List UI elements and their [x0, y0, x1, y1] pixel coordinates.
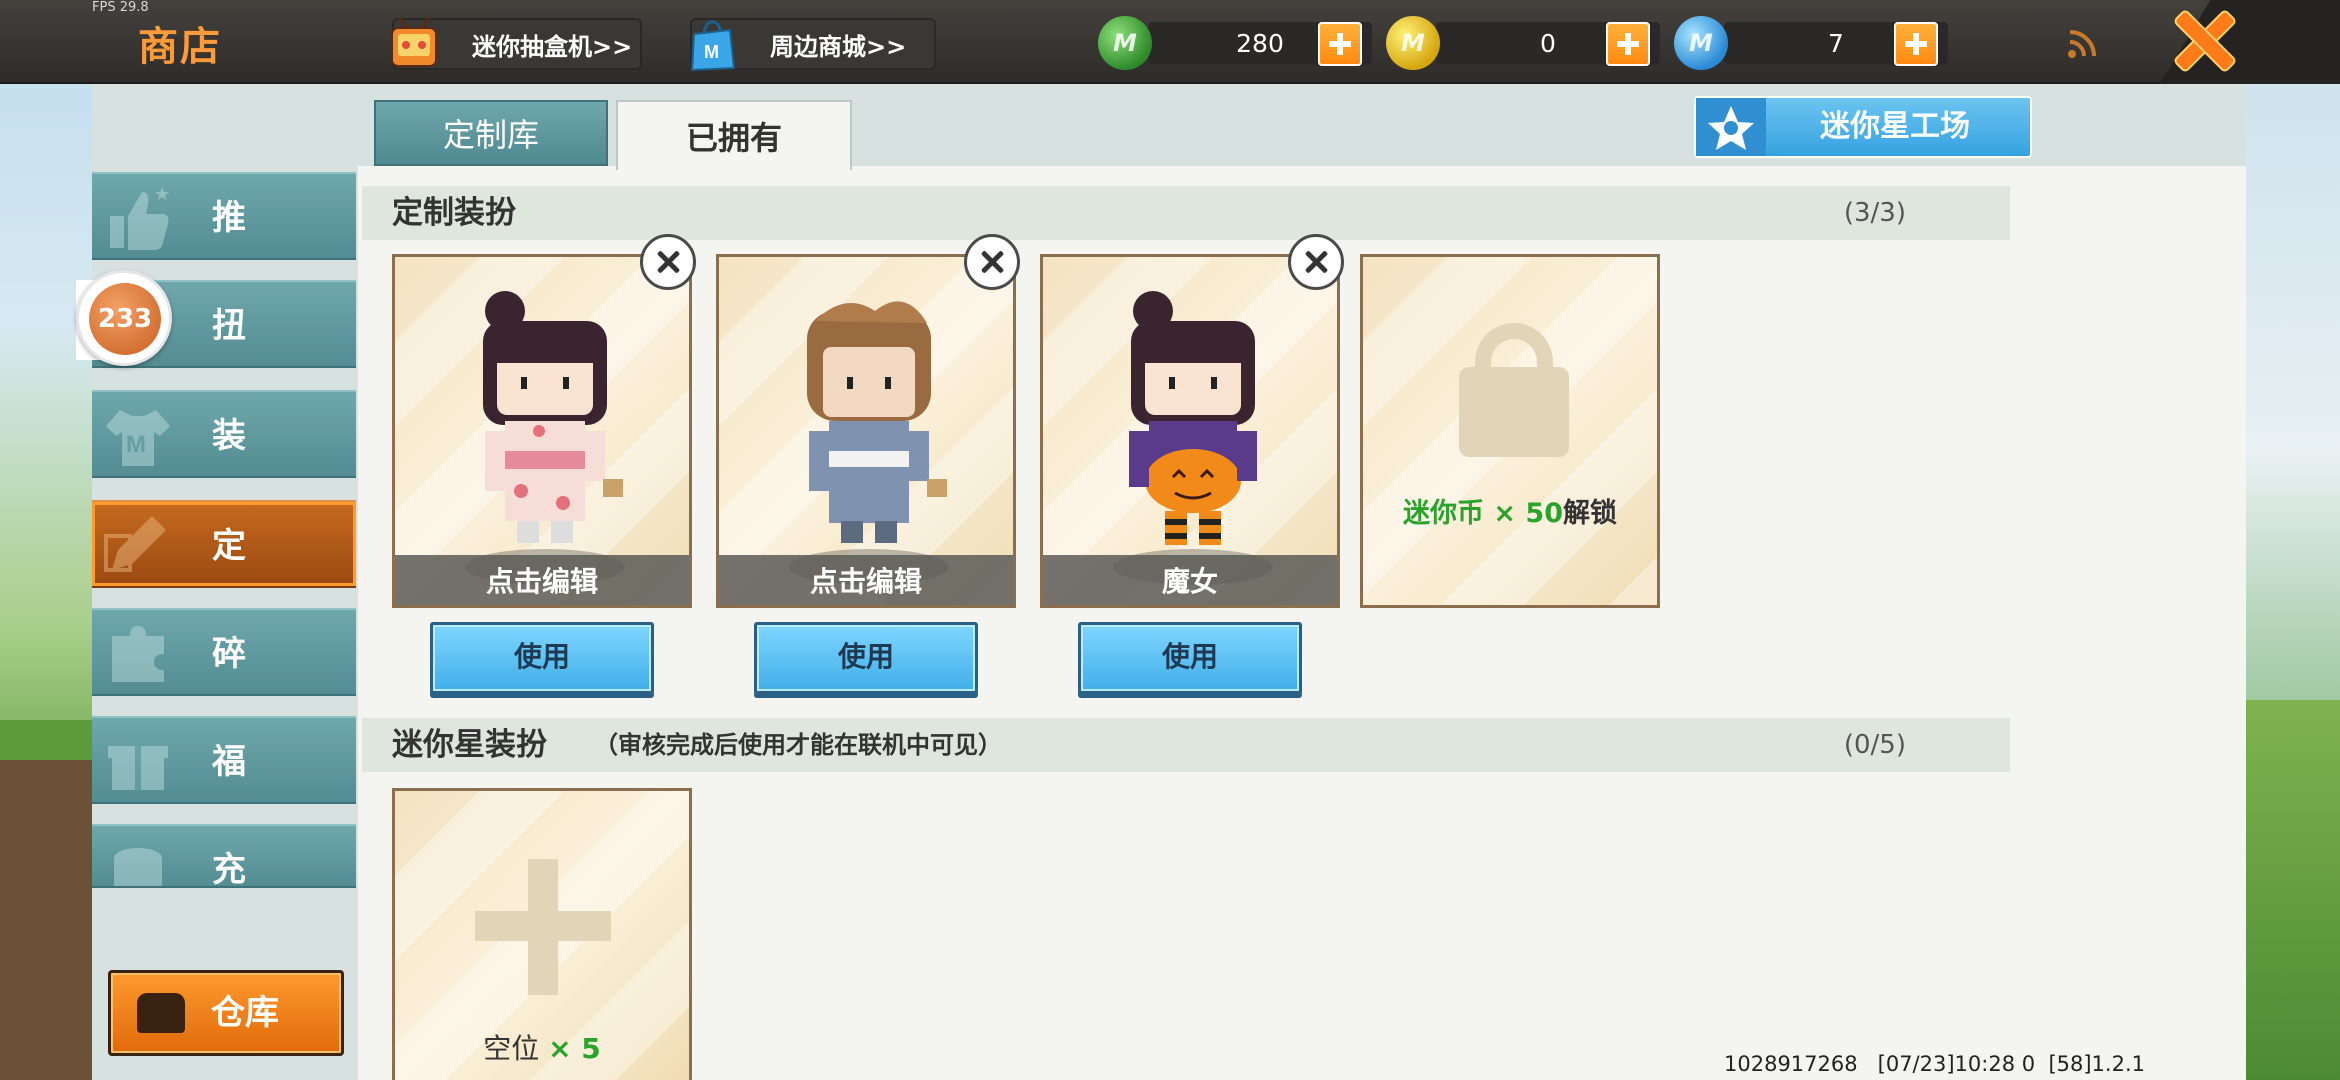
empty-slot-count: 空位 × 5 — [395, 1027, 689, 1067]
chest-icon — [137, 993, 185, 1033]
page-title: 商店 — [138, 24, 222, 70]
custom-outfit-header: 定制装扮 (3/3) — [362, 186, 2010, 240]
use-button-label: 使用 — [1161, 640, 1218, 673]
blindbox-link[interactable]: 迷你抽盒机>> — [391, 17, 642, 70]
mini-star-workshop-button[interactable]: 迷你星工场 — [1694, 96, 2032, 158]
sidebar-item-custom[interactable]: 定制 — [92, 500, 356, 654]
fps-counter: FPS 29.8 — [92, 0, 149, 15]
tab-custom-library[interactable]: 定制库 — [374, 100, 608, 166]
empty-slot-label: 空位 — [483, 1032, 549, 1065]
blindbox-link-label: 迷你抽盒机>> — [472, 32, 633, 61]
delete-outfit-1-button[interactable] — [640, 234, 696, 290]
add-mini-bean-button[interactable] — [1894, 22, 1938, 66]
delete-outfit-3-button[interactable] — [1288, 234, 1344, 290]
outfit-card-label: 魔女 — [1043, 555, 1337, 605]
svg-text:M: M — [704, 42, 719, 62]
sidebar-item-recommend[interactable]: ★ 推荐 — [92, 172, 356, 326]
delete-outfit-2-button[interactable] — [964, 234, 1020, 290]
workshop-button-label: 迷你星工场 — [1820, 109, 1970, 144]
section-count: (3/3) — [1843, 198, 1906, 228]
workshop-icon-bg — [1696, 98, 1766, 156]
use-outfit-1-button[interactable]: 使用 — [430, 622, 654, 694]
notification-badge-count: 233 — [89, 283, 161, 355]
mini-bean-icon: M — [1674, 16, 1728, 70]
warehouse-button-label: 仓库 — [211, 993, 279, 1033]
signal-icon — [2068, 30, 2096, 58]
green-gem-icon: M — [1098, 16, 1152, 70]
outfit-card-3[interactable]: 魔女 — [1040, 254, 1340, 608]
tv-machine-icon — [391, 17, 437, 67]
outfit-card-1[interactable]: 点击编辑 — [392, 254, 692, 608]
unlock-cost-suffix: 解锁 — [1563, 498, 1617, 529]
section-title: 定制装扮 — [392, 195, 516, 231]
star-icon — [1708, 106, 1754, 150]
background-sky-right — [2245, 84, 2340, 704]
sidebar-item-fragment[interactable]: 碎片 — [92, 608, 356, 762]
mini-coin-icon: M — [1386, 16, 1440, 70]
section-subtitle: （审核完成后使用才能在联机中可见） — [594, 731, 1002, 759]
outfit-card-label: 点击编辑 — [395, 555, 689, 605]
sidebar-item-outfit[interactable]: M 装扮 — [92, 390, 356, 544]
mall-link-label: 周边商城>> — [770, 32, 907, 61]
mall-link[interactable]: M 周边商城>> — [690, 18, 936, 72]
sidebar-item-recharge[interactable]: 充值 — [92, 824, 356, 888]
notification-badge[interactable]: 233 — [76, 270, 172, 366]
use-button-label: 使用 — [837, 640, 894, 673]
character-kimono-girl — [483, 291, 623, 543]
empty-slot-number: × 5 — [548, 1032, 601, 1065]
add-green-gem-button[interactable] — [1318, 22, 1362, 66]
use-outfit-3-button[interactable]: 使用 — [1078, 622, 1302, 694]
shopping-bag-icon: M — [690, 20, 736, 72]
sidebar-item-label: 充值 — [212, 850, 246, 888]
close-icon[interactable] — [2170, 6, 2240, 76]
use-outfit-2-button[interactable]: 使用 — [754, 622, 978, 694]
character-yukata-boy — [807, 301, 947, 543]
character-witch — [1129, 291, 1257, 545]
tab-owned[interactable]: 已拥有 — [616, 100, 852, 170]
section-count: (0/5) — [1843, 730, 1906, 760]
empty-slot-card[interactable]: 空位 × 5 — [392, 788, 692, 1080]
background-dirt-left — [0, 760, 95, 1080]
lock-icon — [1459, 367, 1569, 457]
section-title: 迷你星装扮 — [392, 727, 547, 763]
mini-star-outfit-header: 迷你星装扮 （审核完成后使用才能在联机中可见） (0/5) — [362, 718, 2010, 772]
warehouse-button[interactable]: 仓库 — [108, 970, 344, 1056]
locked-slot-card[interactable]: 迷你币 × 50解锁 — [1360, 254, 1660, 608]
add-mini-coin-button[interactable] — [1606, 22, 1650, 66]
unlock-cost-amount: 迷你币 × 50 — [1403, 498, 1563, 529]
unlock-cost: 迷你币 × 50解锁 — [1363, 491, 1657, 530]
outfit-card-label: 点击编辑 — [719, 555, 1013, 605]
use-button-label: 使用 — [513, 640, 570, 673]
background-grass-right — [2245, 700, 2340, 1080]
top-bar: FPS 29.8 商店 迷你抽盒机>> M 周边商城>> 280 M 0 M 7… — [0, 0, 2340, 84]
sidebar-item-welfare[interactable]: 福利 — [92, 716, 356, 870]
outfit-card-2[interactable]: 点击编辑 — [716, 254, 1016, 608]
build-info: 1028917268 [07/23]10:28 0 [58]1.2.1 — [1724, 1052, 2145, 1076]
